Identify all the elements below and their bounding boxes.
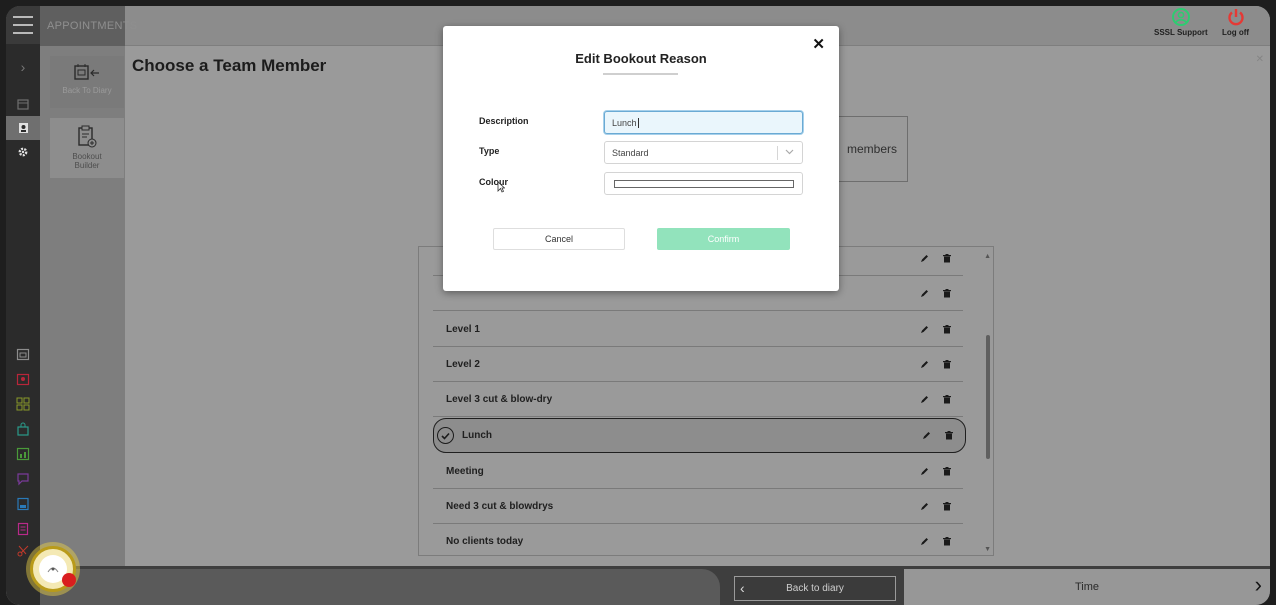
scroll-up-arrow-icon[interactable]: ▲ xyxy=(984,253,991,260)
list-item[interactable]: Meeting xyxy=(433,454,963,489)
logoff-label: Log off xyxy=(1222,28,1250,37)
list-item-label: Meeting xyxy=(446,465,484,477)
trash-icon[interactable] xyxy=(942,466,952,476)
back-to-diary-bottom-button[interactable]: ‹ Back to diary xyxy=(734,576,896,601)
pencil-icon[interactable] xyxy=(919,394,929,404)
select-separator xyxy=(777,146,778,160)
hamburger-icon[interactable] xyxy=(6,6,40,44)
chevron-right-icon[interactable]: › xyxy=(1255,574,1262,596)
power-icon xyxy=(1227,9,1244,26)
pencil-icon[interactable] xyxy=(919,288,929,298)
pencil-icon[interactable] xyxy=(921,431,931,441)
list-scrollbar[interactable] xyxy=(986,335,990,459)
trash-icon[interactable] xyxy=(942,288,952,298)
bottom-left-segment xyxy=(40,569,720,605)
pencil-icon[interactable] xyxy=(919,466,929,476)
list-item[interactable]: No clients today xyxy=(433,524,963,555)
trash-icon[interactable] xyxy=(942,536,952,546)
type-select[interactable]: Standard xyxy=(604,141,803,164)
appointments-tab[interactable]: APPOINTMENTS xyxy=(40,6,137,46)
trash-icon[interactable] xyxy=(942,501,952,511)
list-item-label: Level 2 xyxy=(446,358,480,370)
bookout-reason-list: Level 1 Level 2 Level 3 cut & blow-dry L… xyxy=(418,246,994,556)
bottom-bar: ‹ Back to diary Time › xyxy=(40,566,1270,605)
user-avatar[interactable] xyxy=(30,546,76,592)
confirm-button[interactable]: Confirm xyxy=(657,228,790,250)
list-item[interactable]: Level 1 xyxy=(433,312,963,347)
notification-dot xyxy=(62,573,76,587)
cancel-button[interactable]: Cancel xyxy=(493,228,625,250)
modal-title-divider xyxy=(603,73,678,75)
pencil-icon[interactable] xyxy=(919,324,929,334)
list-item[interactable]: Level 2 xyxy=(433,347,963,382)
trash-icon[interactable] xyxy=(942,324,952,334)
list-item-label: Level 3 cut & blow-dry xyxy=(446,393,553,405)
chevron-down-icon[interactable] xyxy=(785,147,794,157)
description-label: Description xyxy=(479,116,529,126)
bookout-builder-label: Bookout Builder xyxy=(72,152,102,170)
description-input[interactable]: Lunch xyxy=(604,111,803,134)
expand-rail-icon[interactable]: › xyxy=(6,46,40,88)
back-to-diary-button[interactable]: Back To Diary xyxy=(50,56,124,108)
list-item-label: Level 1 xyxy=(446,323,480,335)
trash-icon[interactable] xyxy=(942,253,952,263)
panel-close-icon[interactable]: ✕ xyxy=(1256,54,1264,65)
scroll-down-arrow-icon[interactable]: ▼ xyxy=(984,546,991,553)
chevron-left-icon: ‹ xyxy=(740,580,745,596)
support-label: SSSL Support xyxy=(1154,28,1208,37)
edit-bookout-modal: ✕ Edit Bookout Reason Description Lunch … xyxy=(443,26,839,291)
mouse-pointer-icon xyxy=(497,180,506,198)
support-user-icon xyxy=(1171,8,1190,26)
bookout-builder-button[interactable]: Bookout Builder xyxy=(50,118,124,178)
calendar-icon[interactable] xyxy=(6,89,40,119)
settings-gear-icon[interactable] xyxy=(6,140,40,164)
side-panel: Back To Diary Bookout Builder xyxy=(40,46,125,566)
trash-icon[interactable] xyxy=(944,431,954,441)
modal-title: Edit Bookout Reason xyxy=(575,51,707,66)
list-item-label: Lunch xyxy=(462,430,492,441)
list-item[interactable]: Need 3 cut & blowdrys xyxy=(433,489,963,524)
type-value: Standard xyxy=(612,147,649,158)
time-step-button[interactable]: Time › xyxy=(904,569,1270,605)
logoff-button[interactable]: Log off xyxy=(1222,8,1249,37)
back-to-diary-label: Back To Diary xyxy=(62,86,112,95)
colour-picker[interactable] xyxy=(604,172,803,195)
time-label: Time xyxy=(1074,581,1100,593)
diary-back-icon xyxy=(74,64,99,80)
check-circle-icon xyxy=(437,427,454,444)
app-window: › APPOINTMENTS SSSL Support Log off Back… xyxy=(6,6,1270,605)
list-item[interactable]: Level 3 cut & blow-dry xyxy=(433,382,963,417)
clipboard-add-icon xyxy=(78,125,97,148)
contact-card-icon[interactable] xyxy=(6,116,40,140)
trash-icon[interactable] xyxy=(942,359,952,369)
back-to-diary-bottom-label: Back to diary xyxy=(786,583,844,594)
page-title: Choose a Team Member xyxy=(132,56,327,75)
left-rail: › xyxy=(6,6,40,605)
pencil-icon[interactable] xyxy=(919,359,929,369)
description-value: Lunch xyxy=(612,117,637,128)
members-text: members xyxy=(846,142,897,156)
colour-swatch xyxy=(614,180,794,188)
list-item-label: Need 3 cut & blowdrys xyxy=(446,500,554,512)
pencil-icon[interactable] xyxy=(919,501,929,511)
trash-icon[interactable] xyxy=(942,394,952,404)
type-label: Type xyxy=(479,146,500,156)
support-button[interactable]: SSSL Support xyxy=(1154,8,1208,37)
pencil-icon[interactable] xyxy=(919,536,929,546)
pencil-icon[interactable] xyxy=(919,253,929,263)
list-item-selected[interactable]: Lunch xyxy=(433,418,966,453)
list-item-label: No clients today xyxy=(446,535,524,547)
